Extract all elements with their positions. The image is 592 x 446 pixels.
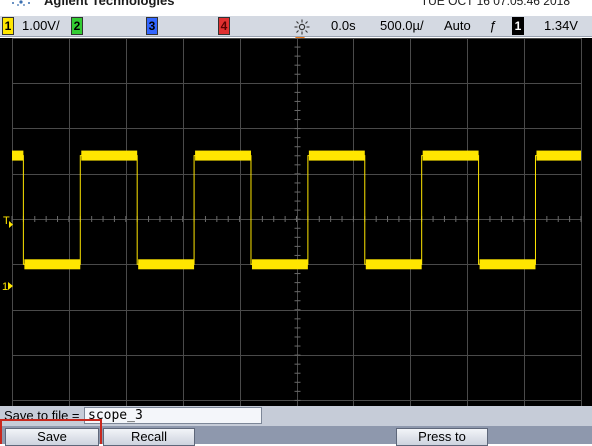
- press-to-softkey[interactable]: Press to: [396, 428, 488, 446]
- ch1-number: 1: [2, 17, 14, 35]
- trigger-source-indicator[interactable]: 1: [512, 17, 524, 35]
- trigger-level: 1.34V: [544, 18, 578, 33]
- recall-softkey[interactable]: Recall: [103, 428, 195, 446]
- ch1-scale: 1.00V/: [22, 18, 60, 33]
- status-bar: 1 1.00V/ 2 3 4 0.0s 500.0µ/ Auto ƒ 1 1.3…: [0, 16, 592, 37]
- waveform-level-band: [138, 259, 195, 270]
- waveform-level-band: [308, 150, 365, 161]
- filename-field[interactable]: scope_3: [84, 407, 262, 424]
- trigger-source: 1: [512, 17, 524, 35]
- brand-name: Agilent Technologies: [44, 0, 175, 8]
- sun-burst-icon: [294, 19, 310, 35]
- svg-text:T: T: [3, 215, 10, 227]
- ch1-ground-marker: 1: [2, 281, 13, 293]
- ch4-indicator[interactable]: 4: [218, 17, 230, 35]
- time-delay: 0.0s: [331, 18, 356, 33]
- save-highlight-box: [0, 419, 102, 444]
- agilent-spark-logo-icon: [12, 0, 30, 6]
- header-bar: Agilent Technologies TUE OCT 16 07:05:46…: [0, 0, 592, 16]
- ch4-number: 4: [218, 17, 230, 35]
- time-scale: 500.0µ/: [380, 18, 424, 33]
- rising-edge-icon: ƒ: [489, 18, 497, 33]
- ch3-indicator[interactable]: 3: [146, 17, 158, 35]
- waveform-level-band: [251, 259, 308, 270]
- waveform-graticule: T 1: [2, 37, 582, 406]
- ch2-number: 2: [71, 17, 83, 35]
- svg-text:1: 1: [2, 281, 8, 293]
- ch1-indicator[interactable]: 1: [2, 17, 14, 35]
- waveform-display[interactable]: T 1: [0, 37, 592, 406]
- waveform-level-band: [479, 259, 536, 270]
- waveform-level-band: [81, 150, 138, 161]
- waveform-level-band: [195, 150, 251, 161]
- date-time: TUE OCT 16 07:05:46 2018: [420, 0, 570, 8]
- ch2-indicator[interactable]: 2: [71, 17, 83, 35]
- waveform-level-band: [536, 150, 581, 161]
- ch3-number: 3: [146, 17, 158, 35]
- waveform-level-band: [365, 259, 422, 270]
- waveform-level-band: [422, 150, 479, 161]
- trigger-mode: Auto: [444, 18, 471, 33]
- waveform-level-band: [12, 150, 24, 161]
- waveform-level-band: [24, 259, 81, 270]
